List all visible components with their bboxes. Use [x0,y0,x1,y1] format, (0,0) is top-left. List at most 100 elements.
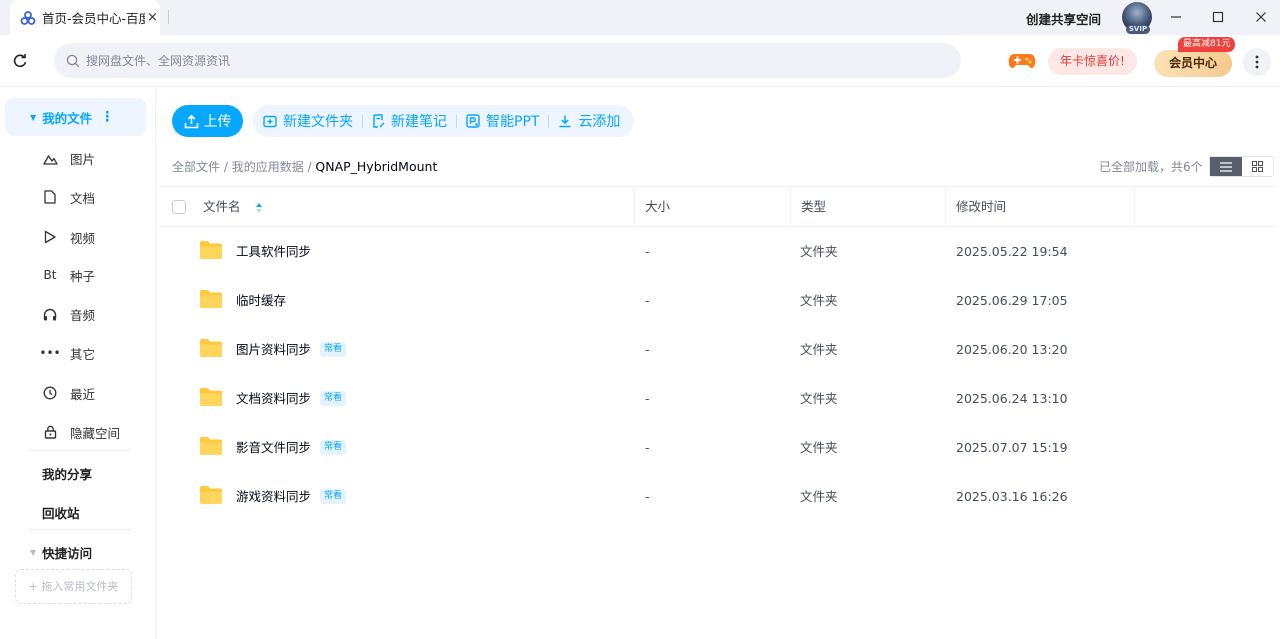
table-row[interactable]: 文档资料同步 常看 - 文件夹 2025.06.24 13:10 [158,374,1276,423]
cloud-add-label: 云添加 [578,114,621,130]
breadcrumb: 全部文件 / 我的应用数据 / QNAP_HybridMount [172,158,437,175]
search-bar[interactable] [54,43,961,78]
column-divider [790,187,791,226]
list-view-button[interactable] [1210,157,1242,176]
file-type: 文件夹 [800,440,838,455]
cloud-add-button[interactable]: 云添加 [558,111,620,131]
column-header-size[interactable]: 大小 [645,187,670,226]
create-shared-space-button[interactable]: 创建共享空间 [1026,9,1101,28]
kebab-icon[interactable]: ⋮ [100,109,114,125]
frequent-tag: 常看 [320,342,347,357]
file-size: - [645,391,650,406]
frequent-tag: 常看 [320,489,347,504]
search-input[interactable] [86,53,926,68]
sidebar-item-audio[interactable]: 音频 [42,302,95,326]
download-icon [559,115,571,128]
table-row[interactable]: 工具软件同步 - 文件夹 2025.05.22 19:54 [158,227,1276,276]
avatar[interactable]: SVIP [1122,2,1152,34]
column-header-label: 文件名 [203,199,241,214]
sidebar-item-hidden-space[interactable]: 隐藏空间 [42,420,120,444]
refresh-icon[interactable] [11,52,29,70]
breadcrumb-app-data[interactable]: 我的应用数据 [232,160,304,174]
table-row[interactable]: 游戏资料同步 常看 - 文件夹 2025.03.16 16:26 [158,472,1276,521]
action-divider [362,114,363,128]
sidebar-item-my-share[interactable]: 我的分享 [42,464,92,483]
svip-badge: SVIP [1126,25,1150,34]
sidebar-item-others[interactable]: ••• 其它 [39,341,96,365]
file-name[interactable]: 游戏资料同步 [236,472,311,521]
upload-icon [184,114,198,128]
vip-center-button[interactable]: 会员中心 [1154,50,1232,77]
headphones-icon [42,306,58,322]
upload-label: 上传 [203,114,232,130]
sidebar-item-images[interactable]: 图片 [42,146,95,170]
caret-down-icon: ▼ [30,548,37,557]
folder-icon [200,339,222,357]
column-header-type[interactable]: 类型 [801,187,826,226]
lock-icon [42,424,58,440]
sidebar-item-label: 音频 [70,307,96,323]
column-divider [945,187,946,226]
new-note-label: 新建笔记 [391,114,447,130]
grid-view-button[interactable] [1242,157,1274,176]
file-name[interactable]: 临时缓存 [236,276,286,325]
sidebar-item-torrents[interactable]: Bt 种子 [42,263,95,287]
file-type: 文件夹 [800,391,838,406]
column-header-name[interactable]: 文件名 [203,187,263,226]
file-name[interactable]: 工具软件同步 [236,227,311,276]
file-size: - [645,489,650,504]
new-note-button[interactable]: 新建笔记 [372,111,447,131]
sidebar-item-my-files[interactable]: ▼ 我的文件 ⋮ [5,98,146,136]
close-window-button[interactable] [1248,4,1274,30]
discount-badge: 最高减81元 [1178,37,1236,52]
breadcrumb-all-files[interactable]: 全部文件 [172,160,220,174]
sidebar-item-label: 其它 [70,346,96,362]
upload-button[interactable]: 上传 [172,105,243,137]
file-name[interactable]: 影音文件同步 [236,423,311,472]
close-icon [1256,12,1266,22]
annual-card-promo-button[interactable]: 年卡惊喜价! [1048,48,1137,75]
folder-icon [200,388,222,406]
table-header: 文件名 大小 类型 修改时间 [158,186,1276,227]
sidebar-item-recycle-bin[interactable]: 回收站 [42,503,80,522]
maximize-icon [1212,11,1224,23]
drag-folder-dropzone[interactable]: + 拖入常用文件夹 [15,569,132,604]
caret-down-icon: ▼ [30,112,37,122]
sidebar-item-label: 种子 [70,268,96,284]
column-header-modified[interactable]: 修改时间 [956,187,1006,226]
smart-ppt-label: 智能PPT [486,114,540,130]
more-menu-button[interactable] [1243,48,1271,76]
gamepad-icon[interactable] [1008,51,1036,71]
new-folder-button[interactable]: 新建文件夹 [263,111,353,131]
table-row[interactable]: 图片资料同步 常看 - 文件夹 2025.06.20 13:20 [158,325,1276,374]
tab-close-icon[interactable]: × [147,10,158,25]
maximize-button[interactable] [1205,4,1231,30]
file-type: 文件夹 [800,293,838,308]
baidu-netdisk-logo-icon [20,10,36,25]
column-divider [1134,187,1135,226]
select-all-checkbox[interactable] [172,200,186,214]
file-size: - [645,293,650,308]
table-row[interactable]: 影音文件同步 常看 - 文件夹 2025.07.07 15:19 [158,423,1276,472]
more-dots-icon: ••• [39,346,61,360]
browser-tab[interactable]: 首页-会员中心-百度网盘 × [10,0,160,35]
file-size: - [645,440,650,455]
torrent-icon: Bt [43,268,57,282]
sidebar-item-quick-access[interactable]: ▼ 快捷访问 [30,543,92,562]
new-folder-label: 新建文件夹 [283,114,353,130]
sidebar-item-recent[interactable]: 最近 [42,381,95,405]
frequent-tag: 常看 [320,391,347,406]
file-name[interactable]: 图片资料同步 [236,325,311,374]
sidebar-item-documents[interactable]: 文档 [42,185,95,209]
folder-icon [200,241,222,259]
action-divider [548,114,550,128]
file-modified-time: 2025.03.16 16:26 [956,489,1068,504]
sidebar-item-label: 文档 [70,190,96,206]
file-name[interactable]: 文档资料同步 [236,374,311,423]
smart-ppt-button[interactable]: 智能PPT [466,111,539,131]
clock-icon [42,385,58,401]
sidebar-item-videos[interactable]: 视频 [42,225,95,249]
minimize-button[interactable] [1163,4,1189,30]
table-row[interactable]: 临时缓存 - 文件夹 2025.06.29 17:05 [158,276,1276,325]
sort-icon[interactable] [255,202,263,214]
